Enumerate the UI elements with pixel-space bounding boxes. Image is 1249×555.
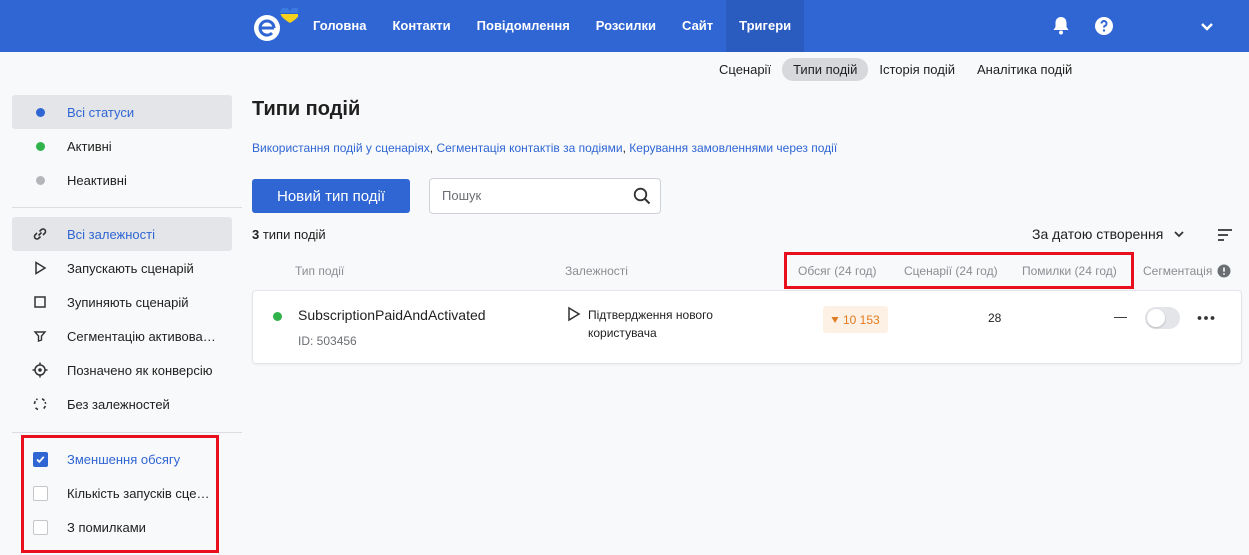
more-options-icon[interactable] [1196,310,1216,326]
status-dot-icon [32,104,48,120]
table-row[interactable]: SubscriptionPaidAndActivated ID: 503456 … [252,290,1242,364]
nav-home[interactable]: Головна [300,0,379,52]
tab-event-types[interactable]: Типи подій [782,58,869,81]
event-type-name[interactable]: SubscriptionPaidAndActivated [298,307,486,323]
column-header-dependencies[interactable]: Залежності [565,264,628,278]
errors-count: — [1114,309,1127,324]
sidebar-item-label: Зупиняють сценарій [67,294,189,310]
sub-navigation: Сценарії Типи подій Історія подій Аналіт… [708,58,1083,81]
sidebar-item-label: Активні [67,138,112,154]
tab-scenarios[interactable]: Сценарії [708,58,782,81]
new-event-type-button[interactable]: Новий тип події [252,179,410,213]
chevron-down-icon [1174,231,1184,238]
results-count-text: типи подій [259,227,326,242]
sort-dropdown[interactable]: За датою створення [1032,226,1185,242]
scenarios-count: 28 [988,311,1002,325]
bell-icon[interactable] [1049,14,1073,38]
page-title: Типи подій [252,98,361,120]
results-count: 3 типи подій [252,227,326,242]
crosshair-icon [32,362,48,378]
sidebar-item-all-dependencies[interactable]: Всі залежності [12,217,232,251]
chevron-down-icon[interactable] [1195,14,1219,38]
help-link-orders[interactable]: Керування замовленнями через події [629,141,837,155]
search-input[interactable] [442,188,622,203]
search-icon[interactable] [633,187,651,205]
help-link-segmentation[interactable]: Сегментація контактів за подіями [436,141,622,155]
highlight-box-metrics [784,252,1134,289]
sidebar-item-label: Неактивні [67,172,127,188]
sidebar-item-active[interactable]: Активні [12,129,232,163]
nav-contacts[interactable]: Контакти [379,0,463,52]
toggle-knob [1147,309,1165,327]
sidebar-item-marked-conversion[interactable]: Позначено як конверсію [12,353,232,387]
status-dot [273,312,282,321]
filter-icon [32,328,48,344]
broken-link-icon [32,396,48,412]
tab-event-history[interactable]: Історія подій [868,58,966,81]
dependency-scenario-name[interactable]: Підтвердження нового користувача [588,306,758,342]
column-header-segmentation-label: Сегментація [1143,264,1213,278]
highlight-box-filters [21,435,219,553]
search-box [429,178,661,214]
esputnik-logo[interactable] [250,8,298,44]
link-icon [32,226,48,242]
sidebar-item-segmentation-activated[interactable]: Сегментацію активовано [12,319,232,353]
help-links: Використання подій у сценаріях, Сегмента… [252,141,837,155]
nav-site[interactable]: Сайт [669,0,726,52]
help-icon[interactable] [1092,14,1116,38]
sidebar-item-no-dependencies[interactable]: Без залежностей [12,387,232,421]
nav-triggers[interactable]: Тригери [726,0,805,52]
nav-messages[interactable]: Повідомлення [464,0,583,52]
status-dot-icon [32,172,48,188]
trend-down-icon [831,316,839,323]
sidebar-item-label: Без залежностей [67,396,170,412]
sidebar-item-label: Позначено як конверсію [67,362,213,378]
event-type-id: ID: 503456 [298,334,357,348]
sort-order-icon[interactable] [1217,228,1233,242]
sidebar-item-label: Всі залежності [67,226,155,242]
top-navigation-bar: Головна Контакти Повідомлення Розсилки С… [0,0,1249,52]
sidebar-divider [12,207,242,208]
sidebar-item-label: Всі статуси [67,104,135,120]
sidebar-item-stop-scenario[interactable]: Зупиняють сценарій [12,285,232,319]
sidebar-item-all-statuses[interactable]: Всі статуси [12,95,232,129]
sort-label: За датою створення [1032,226,1164,242]
stop-icon [32,294,48,310]
sidebar-item-inactive[interactable]: Неактивні [12,163,232,197]
nav-campaigns[interactable]: Розсилки [583,0,669,52]
segmentation-toggle[interactable] [1145,307,1180,329]
dependency-cell[interactable]: Підтвердження нового користувача [567,306,758,342]
column-header-segmentation[interactable]: Сегментація [1143,264,1231,278]
play-icon [568,306,581,322]
info-icon[interactable] [1217,264,1231,278]
sidebar-item-label: Запускають сценарій [67,260,194,276]
volume-badge: 10 153 [823,306,888,333]
column-header-type[interactable]: Тип події [295,264,344,278]
sidebar-divider [12,432,242,433]
volume-value: 10 153 [843,312,880,327]
status-dot-icon [32,138,48,154]
main-nav: Головна Контакти Повідомлення Розсилки С… [300,0,805,52]
sidebar-item-label: Сегментацію активовано [67,328,217,344]
help-link-scenarios[interactable]: Використання подій у сценаріях [252,141,430,155]
tab-event-analytics[interactable]: Аналітика подій [966,58,1083,81]
play-icon [32,260,48,276]
sidebar-item-start-scenario[interactable]: Запускають сценарій [12,251,232,285]
